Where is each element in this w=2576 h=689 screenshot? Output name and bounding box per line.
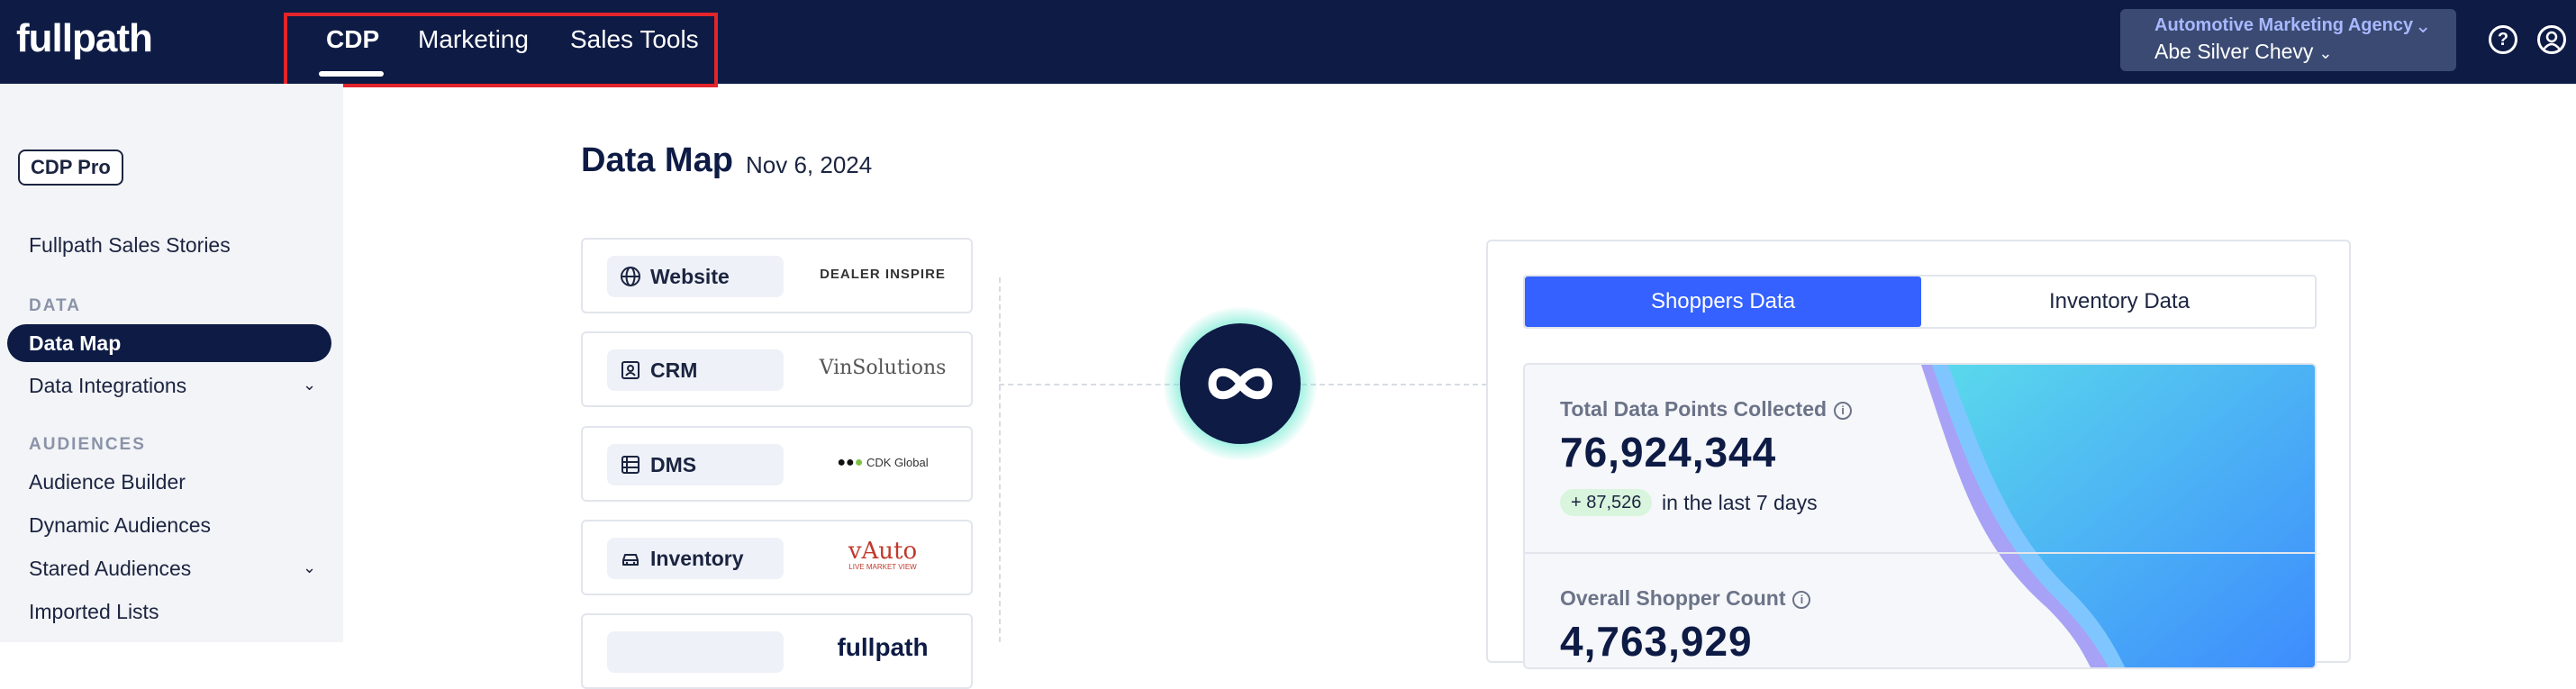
- vendor-logo-vauto: vAuto LIVE MARKET VIEW: [815, 539, 950, 572]
- nav-tab-cdp[interactable]: CDP: [326, 25, 379, 54]
- infinity-icon: [1208, 367, 1273, 400]
- source-label: Inventory: [650, 547, 744, 570]
- help-icon[interactable]: ?: [2489, 25, 2517, 54]
- stat-divider: [1525, 552, 2315, 554]
- sidebar-item-fullpath-sales-stories[interactable]: Fullpath Sales Stories: [29, 233, 231, 258]
- sidebar: CDP Pro Fullpath Sales Stories DATA Data…: [0, 84, 343, 642]
- chevron-down-icon[interactable]: ⌄: [303, 376, 316, 394]
- stats-card: Total Data Points Collected i 76,924,344 …: [1523, 363, 2317, 669]
- source-card-fullpath[interactable]: fullpath: [581, 613, 973, 689]
- stat-value-total-data-points: 76,924,344: [1560, 429, 1777, 476]
- agency-name: Automotive Marketing Agency: [2154, 15, 2414, 35]
- user-icon[interactable]: [2537, 25, 2566, 54]
- data-hub: [1180, 323, 1301, 444]
- info-icon[interactable]: i: [1834, 402, 1853, 420]
- dealer-name: Abe Silver Chevy: [2154, 40, 2314, 63]
- vendor-name: vAuto: [848, 538, 918, 565]
- list-icon: [620, 454, 641, 476]
- page-title: Data Map: [581, 141, 733, 179]
- source-label: Website: [650, 265, 730, 288]
- source-card-crm[interactable]: CRM VinSolutions: [581, 331, 973, 407]
- wave-decoration: [1921, 365, 2315, 667]
- source-pill: CRM: [607, 349, 784, 391]
- sidebar-item-dynamic-audiences[interactable]: Dynamic Audiences: [29, 513, 211, 538]
- sidebar-item-data-map[interactable]: Data Map: [7, 324, 331, 362]
- sidebar-item-data-integrations[interactable]: Data Integrations: [29, 374, 186, 398]
- vendor-logo-fullpath: fullpath: [837, 633, 929, 661]
- source-label: DMS: [650, 453, 697, 476]
- delta-period-text: in the last 7 days: [1662, 491, 1818, 514]
- dealer-selector[interactable]: Abe Silver Chevy ⌄: [2154, 40, 2333, 64]
- globe-icon: [620, 266, 641, 287]
- sidebar-section-audiences: AUDIENCES: [29, 435, 146, 454]
- vendor-logo-cdk-global: ●●● CDK Global: [837, 455, 929, 470]
- chevron-down-icon: ⌄: [2415, 14, 2432, 37]
- vendor-name: CDK Global: [866, 456, 929, 469]
- source-card-dms[interactable]: DMS ●●● CDK Global: [581, 426, 973, 502]
- chevron-down-icon[interactable]: ⌄: [303, 558, 316, 577]
- tab-inventory-data[interactable]: Inventory Data: [1921, 277, 2317, 327]
- chevron-down-icon: ⌄: [2318, 44, 2333, 62]
- source-pill: Inventory: [607, 538, 784, 579]
- source-label: CRM: [650, 358, 698, 382]
- data-summary-panel: Shoppers Data Inventory Data Total Data …: [1486, 240, 2351, 669]
- nav-tab-sales-tools[interactable]: Sales Tools: [570, 25, 699, 54]
- connector-line: [999, 277, 1001, 642]
- account-switcher[interactable]: Automotive Marketing Agency ⌄ Abe Silver…: [2120, 9, 2456, 71]
- contact-card-icon: [620, 359, 641, 381]
- data-tabs: Shoppers Data Inventory Data: [1523, 275, 2317, 329]
- info-icon[interactable]: i: [1792, 591, 1811, 609]
- source-card-website[interactable]: Website DEALER INSPIRE: [581, 238, 973, 313]
- page-date: Nov 6, 2024: [746, 151, 873, 178]
- car-icon: [620, 548, 641, 569]
- vendor-logo-dealer-inspire: DEALER INSPIRE: [820, 267, 946, 282]
- sidebar-item-label: Data Map: [29, 331, 122, 355]
- sidebar-section-data: DATA: [29, 296, 81, 315]
- sidebar-item-audience-builder[interactable]: Audience Builder: [29, 470, 186, 494]
- source-pill: [607, 631, 784, 673]
- plan-badge: CDP Pro: [18, 150, 123, 186]
- sidebar-item-stared-audiences[interactable]: Stared Audiences: [29, 557, 191, 581]
- connector-line: [999, 384, 1179, 385]
- vendor-tagline: LIVE MARKET VIEW: [848, 563, 917, 571]
- connector-line: [1302, 384, 1487, 385]
- stat-label-total-data-points: Total Data Points Collected i: [1560, 397, 1853, 422]
- source-pill: Website: [607, 256, 784, 297]
- sidebar-item-imported-lists[interactable]: Imported Lists: [29, 600, 159, 624]
- fullpath-logo[interactable]: fullpath: [16, 16, 153, 61]
- stat-value-overall-shopper-count: 4,763,929: [1560, 618, 1753, 665]
- source-card-inventory[interactable]: Inventory vAuto LIVE MARKET VIEW: [581, 520, 973, 595]
- vendor-logo-vinsolutions: VinSolutions: [819, 357, 947, 379]
- delta-badge: + 87,526: [1560, 489, 1653, 516]
- source-pill: DMS: [607, 444, 784, 485]
- nav-tab-marketing[interactable]: Marketing: [418, 25, 529, 54]
- top-navigation-bar: fullpath CDP Marketing Sales Tools Autom…: [0, 0, 2576, 87]
- nav-active-underline: [319, 71, 384, 77]
- tab-shoppers-data[interactable]: Shoppers Data: [1525, 277, 1921, 327]
- stat-label-overall-shopper-count: Overall Shopper Count i: [1560, 586, 1811, 611]
